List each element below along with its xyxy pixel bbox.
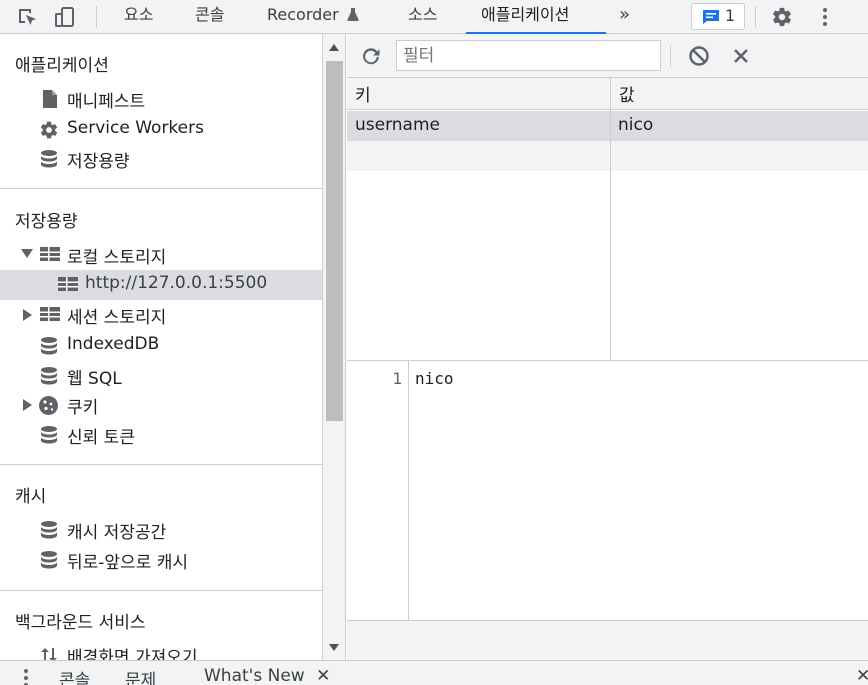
database-icon — [39, 149, 59, 169]
drawer-menu-icon[interactable] — [20, 665, 32, 685]
close-tab-icon[interactable]: ✕ — [316, 666, 330, 685]
sidebar-item-manifest[interactable]: 매니페스트 — [0, 84, 322, 114]
drawer-tab-console[interactable]: 콘솔 — [59, 666, 90, 685]
expand-arrow-down-icon[interactable] — [21, 249, 33, 258]
tab-application[interactable]: 애플리케이션 — [466, 0, 606, 34]
table-row-empty — [347, 141, 868, 171]
sidebar-item-trust-tokens[interactable]: 신뢰 토큰 — [0, 420, 322, 450]
issues-badge[interactable]: 1 — [691, 3, 745, 30]
preview-split-divider[interactable] — [347, 360, 868, 361]
inspect-element-icon[interactable] — [16, 6, 38, 28]
expand-arrow-right-icon[interactable] — [23, 309, 32, 321]
sidebar-item-label: 신뢰 토큰 — [67, 428, 135, 448]
sidebar-item-label: 쿠키 — [67, 398, 99, 418]
preview-line-number: 1 — [392, 369, 402, 388]
clear-all-icon[interactable] — [688, 45, 710, 71]
more-options-icon[interactable] — [814, 6, 836, 28]
sidebar-item-label: 매니페스트 — [67, 92, 146, 112]
sidebar-item-label: 로컬 스토리지 — [67, 248, 167, 268]
column-header-value[interactable]: 값 — [611, 78, 868, 110]
storage-toolbar — [347, 34, 868, 78]
preview-footer — [347, 620, 868, 660]
sidebar-item-background-fetch[interactable]: 배경화면 가져오기 — [0, 640, 322, 660]
table-grid-icon — [39, 305, 60, 325]
table-grid-icon — [39, 245, 60, 265]
sidebar-item-label: IndexedDB — [67, 334, 160, 354]
preview-value-text: nico — [415, 369, 454, 388]
sidebar-item-label: 세션 스토리지 — [67, 308, 167, 328]
table-row[interactable]: username nico — [347, 111, 868, 141]
issues-count: 1 — [725, 6, 736, 25]
section-divider — [0, 590, 322, 591]
settings-gear-icon[interactable] — [771, 6, 793, 28]
section-divider — [0, 464, 322, 465]
sidebar-item-service-workers[interactable]: Service Workers — [0, 115, 322, 145]
sidebar-item-back-forward-cache[interactable]: 뒤로-앞으로 캐시 — [0, 545, 322, 575]
toolbar-divider — [96, 6, 97, 28]
file-icon — [40, 89, 60, 109]
application-sidebar: 애플리케이션 매니페스트 Service Workers 저장용량 저장용량 로… — [0, 34, 322, 660]
tab-console[interactable]: 콘솔 — [195, 0, 224, 34]
gear-icon — [39, 120, 59, 140]
section-divider — [0, 188, 322, 189]
drawer-tab-bar: 콘솔 문제 What's New ✕ ✕ — [0, 660, 868, 685]
scroll-down-arrow-icon[interactable] — [329, 644, 339, 651]
close-drawer-icon[interactable]: ✕ — [856, 666, 868, 685]
section-title-storage: 저장용량 — [15, 212, 78, 232]
sidebar-item-label: 뒤로-앞으로 캐시 — [67, 553, 189, 573]
database-icon — [39, 550, 59, 570]
sidebar-item-label: Service Workers — [67, 118, 204, 138]
section-title-cache: 캐시 — [15, 487, 47, 507]
tab-elements[interactable]: 요소 — [124, 0, 153, 34]
sidebar-item-cache-storage[interactable]: 캐시 저장공간 — [0, 515, 322, 545]
sidebar-item-label: 캐시 저장공간 — [67, 523, 167, 543]
section-title-background-services: 백그라운드 서비스 — [15, 613, 146, 633]
sidebar-item-label: 저장용량 — [67, 152, 130, 172]
drawer-tab-issues[interactable]: 문제 — [125, 666, 156, 685]
table-grid-icon — [57, 275, 78, 295]
scrollbar-thumb[interactable] — [326, 61, 343, 421]
devtools-tab-bar: 요소 콘솔 Recorder 소스 애플리케이션 » 1 — [0, 0, 868, 34]
row-key: username — [355, 115, 440, 135]
scroll-up-arrow-icon[interactable] — [329, 44, 339, 51]
up-down-arrows-icon — [39, 645, 59, 660]
database-icon — [39, 425, 59, 445]
sidebar-item-websql[interactable]: 웹 SQL — [0, 361, 322, 391]
sidebar-scrollbar[interactable] — [322, 34, 346, 660]
database-icon — [39, 336, 59, 356]
message-icon — [703, 10, 719, 24]
sidebar-item-storage-overview[interactable]: 저장용량 — [0, 144, 322, 174]
expand-arrow-right-icon[interactable] — [23, 399, 32, 411]
sidebar-item-local-storage[interactable]: 로컬 스토리지 — [0, 240, 322, 270]
preview-gutter — [347, 361, 409, 620]
drawer-tab-whats-new-label: What's New — [204, 666, 305, 685]
device-toolbar-icon[interactable] — [54, 6, 76, 28]
toolbar-divider — [670, 45, 671, 67]
drawer-tab-whats-new[interactable]: What's New ✕ — [204, 666, 330, 685]
column-divider[interactable] — [610, 78, 611, 360]
sidebar-item-indexeddb[interactable]: IndexedDB — [0, 331, 322, 361]
database-icon — [39, 520, 59, 540]
tab-recorder-label: Recorder — [267, 5, 339, 24]
tab-sources[interactable]: 소스 — [408, 0, 437, 34]
refresh-icon[interactable] — [360, 45, 382, 71]
sidebar-item-session-storage[interactable]: 세션 스토리지 — [0, 300, 322, 330]
more-tabs-chevron-icon[interactable]: » — [619, 0, 630, 34]
sidebar-item-local-origin[interactable]: http://127.0.0.1:5500 — [0, 270, 322, 300]
sidebar-item-label: 웹 SQL — [67, 369, 122, 389]
filter-input[interactable] — [396, 40, 661, 71]
sidebar-item-cookies[interactable]: 쿠키 — [0, 390, 322, 420]
sidebar-item-label: 배경화면 가져오기 — [67, 648, 198, 660]
tab-recorder[interactable]: Recorder — [267, 0, 359, 34]
column-header-key[interactable]: 키 — [347, 78, 610, 110]
toolbar-divider — [755, 6, 756, 28]
sidebar-item-label: http://127.0.0.1:5500 — [85, 273, 268, 293]
cookie-icon — [38, 395, 58, 415]
flask-icon — [347, 8, 359, 21]
section-title-application: 애플리케이션 — [15, 56, 109, 76]
row-value: nico — [618, 115, 654, 135]
database-icon — [39, 366, 59, 386]
local-storage-view: 키 값 username nico 1 nico — [347, 34, 868, 660]
delete-selected-icon[interactable] — [731, 46, 751, 70]
